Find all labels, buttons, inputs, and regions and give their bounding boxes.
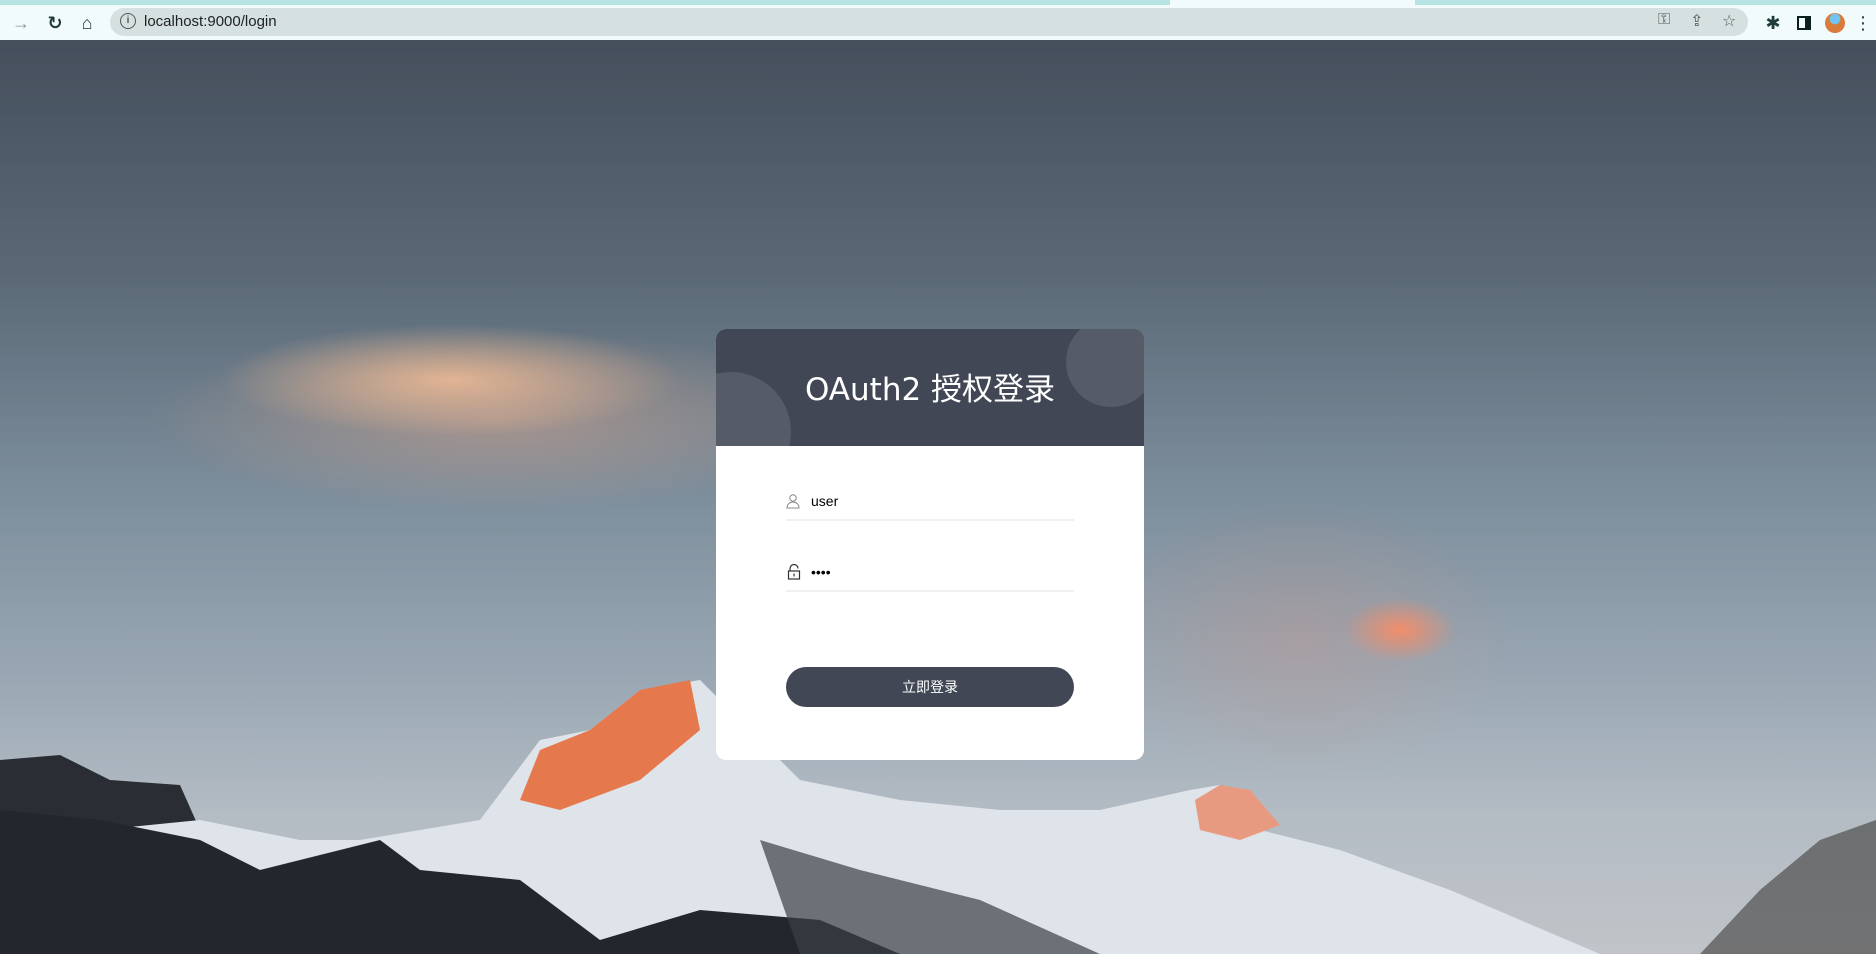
star-icon[interactable]: ☆ xyxy=(1722,11,1736,31)
home-icon[interactable]: ⌂ xyxy=(76,12,98,34)
login-card: OAuth2 授权登录 立即登录 xyxy=(716,329,1144,760)
password-input[interactable] xyxy=(811,562,1011,582)
extensions-icon[interactable]: ✱ xyxy=(1762,12,1784,34)
login-header: OAuth2 授权登录 xyxy=(716,329,1144,446)
url-text[interactable]: localhost:9000/login xyxy=(144,13,277,30)
lock-icon xyxy=(787,564,801,580)
password-field xyxy=(786,552,1074,592)
username-input[interactable] xyxy=(811,491,1011,511)
login-title: OAuth2 授权登录 xyxy=(804,372,1056,408)
login-button[interactable]: 立即登录 xyxy=(786,667,1074,707)
browser-toolbar: → ↻ ⌂ i localhost:9000/login ⚿ ⇪ ☆ ✱ ⋮ xyxy=(0,5,1876,40)
key-icon[interactable]: ⚿ xyxy=(1658,11,1670,29)
info-icon[interactable]: i xyxy=(120,13,136,29)
share-icon[interactable]: ⇪ xyxy=(1690,11,1703,31)
address-bar[interactable]: i localhost:9000/login ⚿ ⇪ ☆ xyxy=(110,8,1748,36)
sidepanel-icon[interactable] xyxy=(1793,12,1815,34)
username-field xyxy=(786,481,1074,521)
user-icon xyxy=(786,494,800,509)
avatar[interactable] xyxy=(1824,12,1846,34)
forward-icon[interactable]: → xyxy=(10,12,32,34)
reload-icon[interactable]: ↻ xyxy=(44,12,66,34)
menu-icon[interactable]: ⋮ xyxy=(1854,12,1872,34)
